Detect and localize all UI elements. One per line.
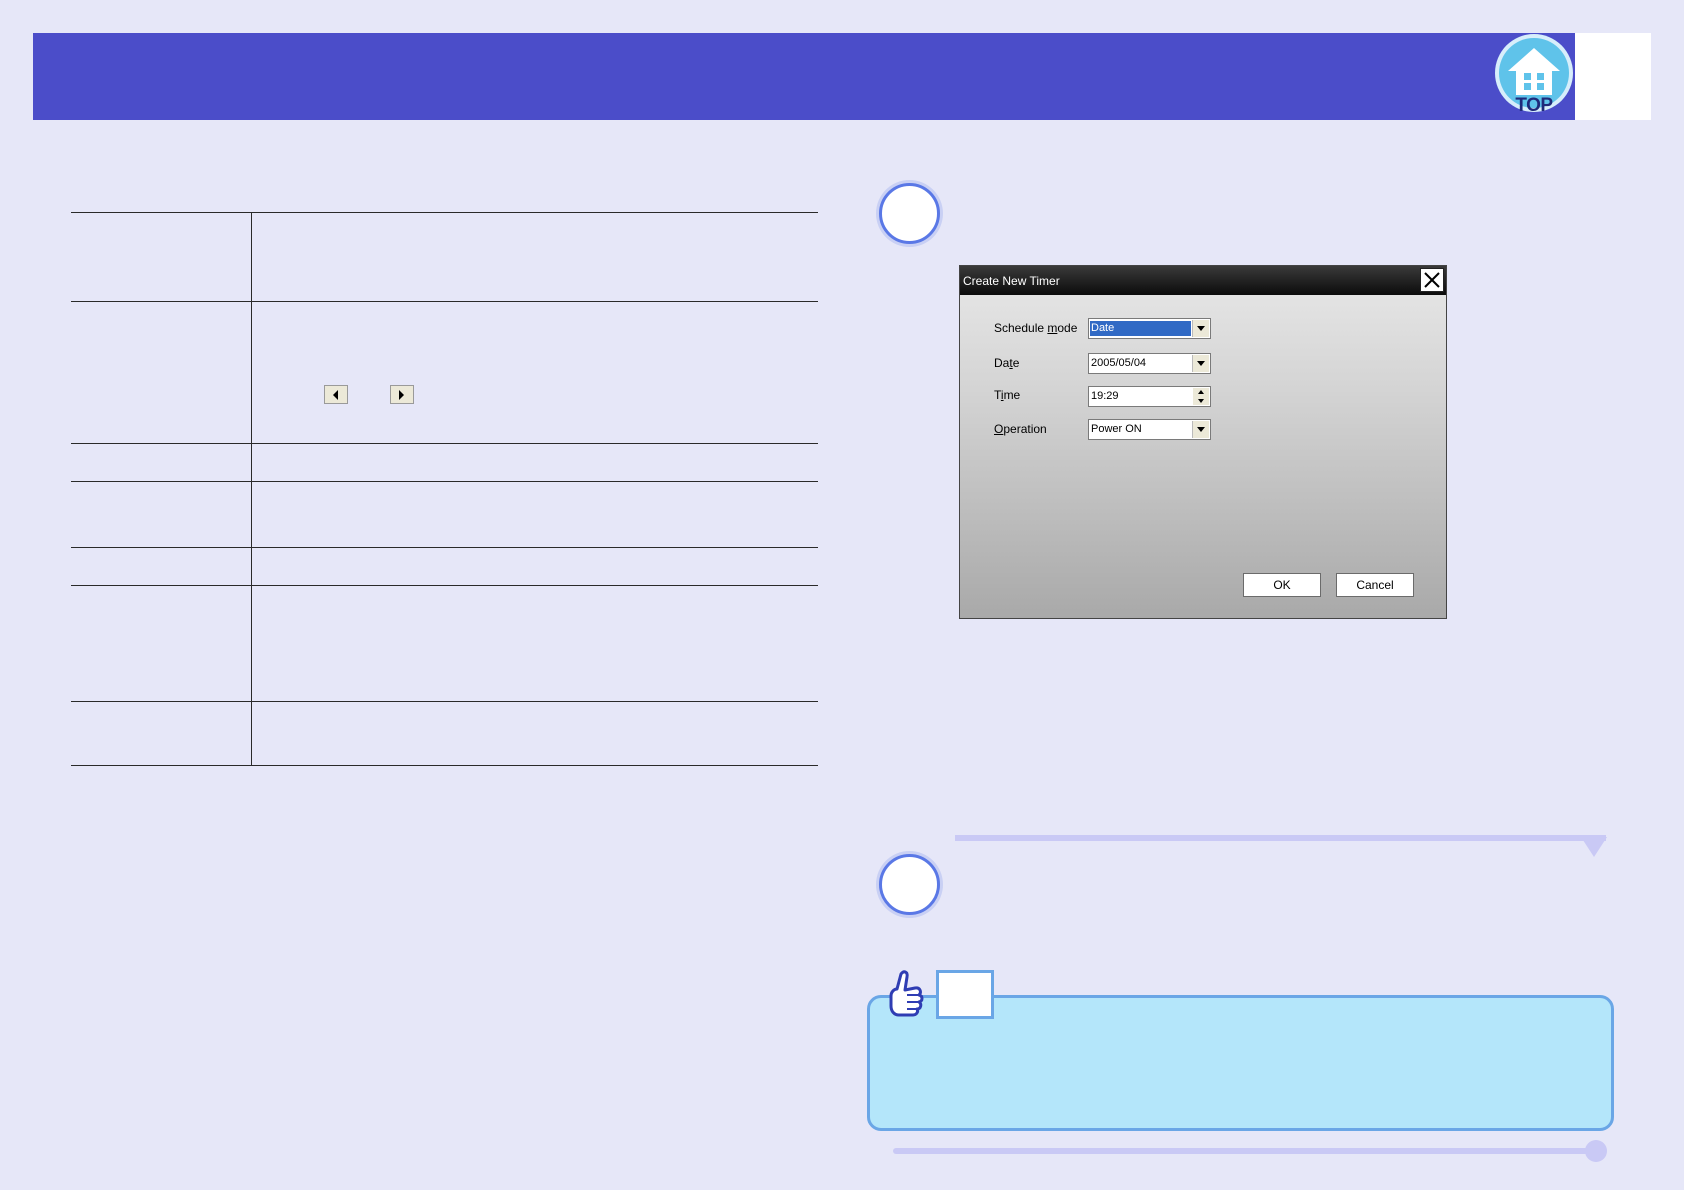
table-cell-label	[71, 301, 252, 444]
table-row	[71, 701, 818, 766]
table-row	[71, 443, 818, 482]
chevron-down-icon	[1197, 361, 1205, 366]
dropdown-arrow-button[interactable]	[1192, 421, 1209, 438]
table-cell-description	[251, 481, 818, 548]
header-bar	[33, 33, 1575, 120]
triangle-right-icon	[399, 390, 404, 400]
table-cell-description	[251, 212, 818, 302]
prev-button[interactable]	[324, 385, 348, 404]
time-spinner[interactable]: 19:29	[1088, 386, 1211, 407]
time-label: Time	[994, 388, 1021, 402]
table-row	[71, 585, 818, 702]
table-cell-label	[71, 212, 252, 302]
table-cell-description	[251, 547, 818, 586]
table-cell-label	[71, 585, 252, 702]
date-label: Date	[994, 356, 1020, 370]
chevron-down-icon	[1197, 326, 1205, 331]
ok-button[interactable]: OK	[1243, 573, 1321, 597]
chevron-down-icon	[1197, 427, 1205, 432]
table-row	[71, 212, 818, 302]
chevron-up-icon	[1198, 390, 1204, 394]
time-value: 19:29	[1091, 390, 1119, 402]
close-icon	[1424, 272, 1440, 288]
spin-down-button[interactable]	[1193, 397, 1209, 405]
step-circle-2	[879, 854, 940, 915]
operation-select[interactable]: Power ON	[1088, 419, 1211, 440]
spin-up-button[interactable]	[1193, 388, 1209, 396]
bottom-divider-dot	[1585, 1140, 1607, 1162]
header-page-number-area	[1575, 33, 1651, 120]
date-select[interactable]: 2005/05/04	[1088, 353, 1211, 374]
table-cell-label	[71, 443, 252, 482]
chevron-down-icon	[1198, 399, 1204, 403]
triangle-left-icon	[333, 390, 338, 400]
next-button[interactable]	[390, 385, 414, 404]
top-button[interactable]: TOP	[1494, 33, 1574, 119]
date-value: 2005/05/04	[1091, 357, 1147, 369]
dropdown-arrow-button[interactable]	[1192, 355, 1209, 372]
table-cell-description	[251, 301, 818, 444]
divider-arrow	[1581, 837, 1607, 857]
operation-label: Operation	[994, 422, 1047, 436]
step-circle-1	[879, 183, 940, 244]
table-cell-description	[251, 585, 818, 702]
bottom-divider	[893, 1148, 1601, 1154]
table-row	[71, 547, 818, 586]
schedule-mode-label: Schedule mode	[994, 321, 1078, 335]
schedule-mode-value: Date	[1090, 321, 1191, 336]
table-cell-description	[251, 701, 818, 766]
top-label: TOP	[1515, 95, 1553, 116]
table-cell-label	[71, 701, 252, 766]
settings-table	[71, 212, 818, 766]
create-new-timer-dialog: Create New Timer Schedule mode Date Date…	[959, 265, 1447, 619]
schedule-mode-select[interactable]: Date	[1088, 318, 1211, 339]
close-button[interactable]	[1420, 268, 1444, 292]
tip-tab	[936, 970, 994, 1019]
table-cell-label	[71, 481, 252, 548]
table-cell-description	[251, 443, 818, 482]
time-spin-control	[1193, 388, 1209, 405]
pointing-hand-icon	[889, 970, 924, 1017]
table-cell-label	[71, 547, 252, 586]
dropdown-arrow-button[interactable]	[1192, 320, 1209, 337]
operation-value: Power ON	[1091, 423, 1142, 435]
cancel-button[interactable]: Cancel	[1336, 573, 1414, 597]
section-divider	[955, 835, 1606, 841]
dialog-title-bar: Create New Timer	[960, 266, 1446, 295]
table-row	[71, 481, 818, 548]
table-row	[71, 301, 818, 444]
dialog-title: Create New Timer	[963, 274, 1060, 288]
